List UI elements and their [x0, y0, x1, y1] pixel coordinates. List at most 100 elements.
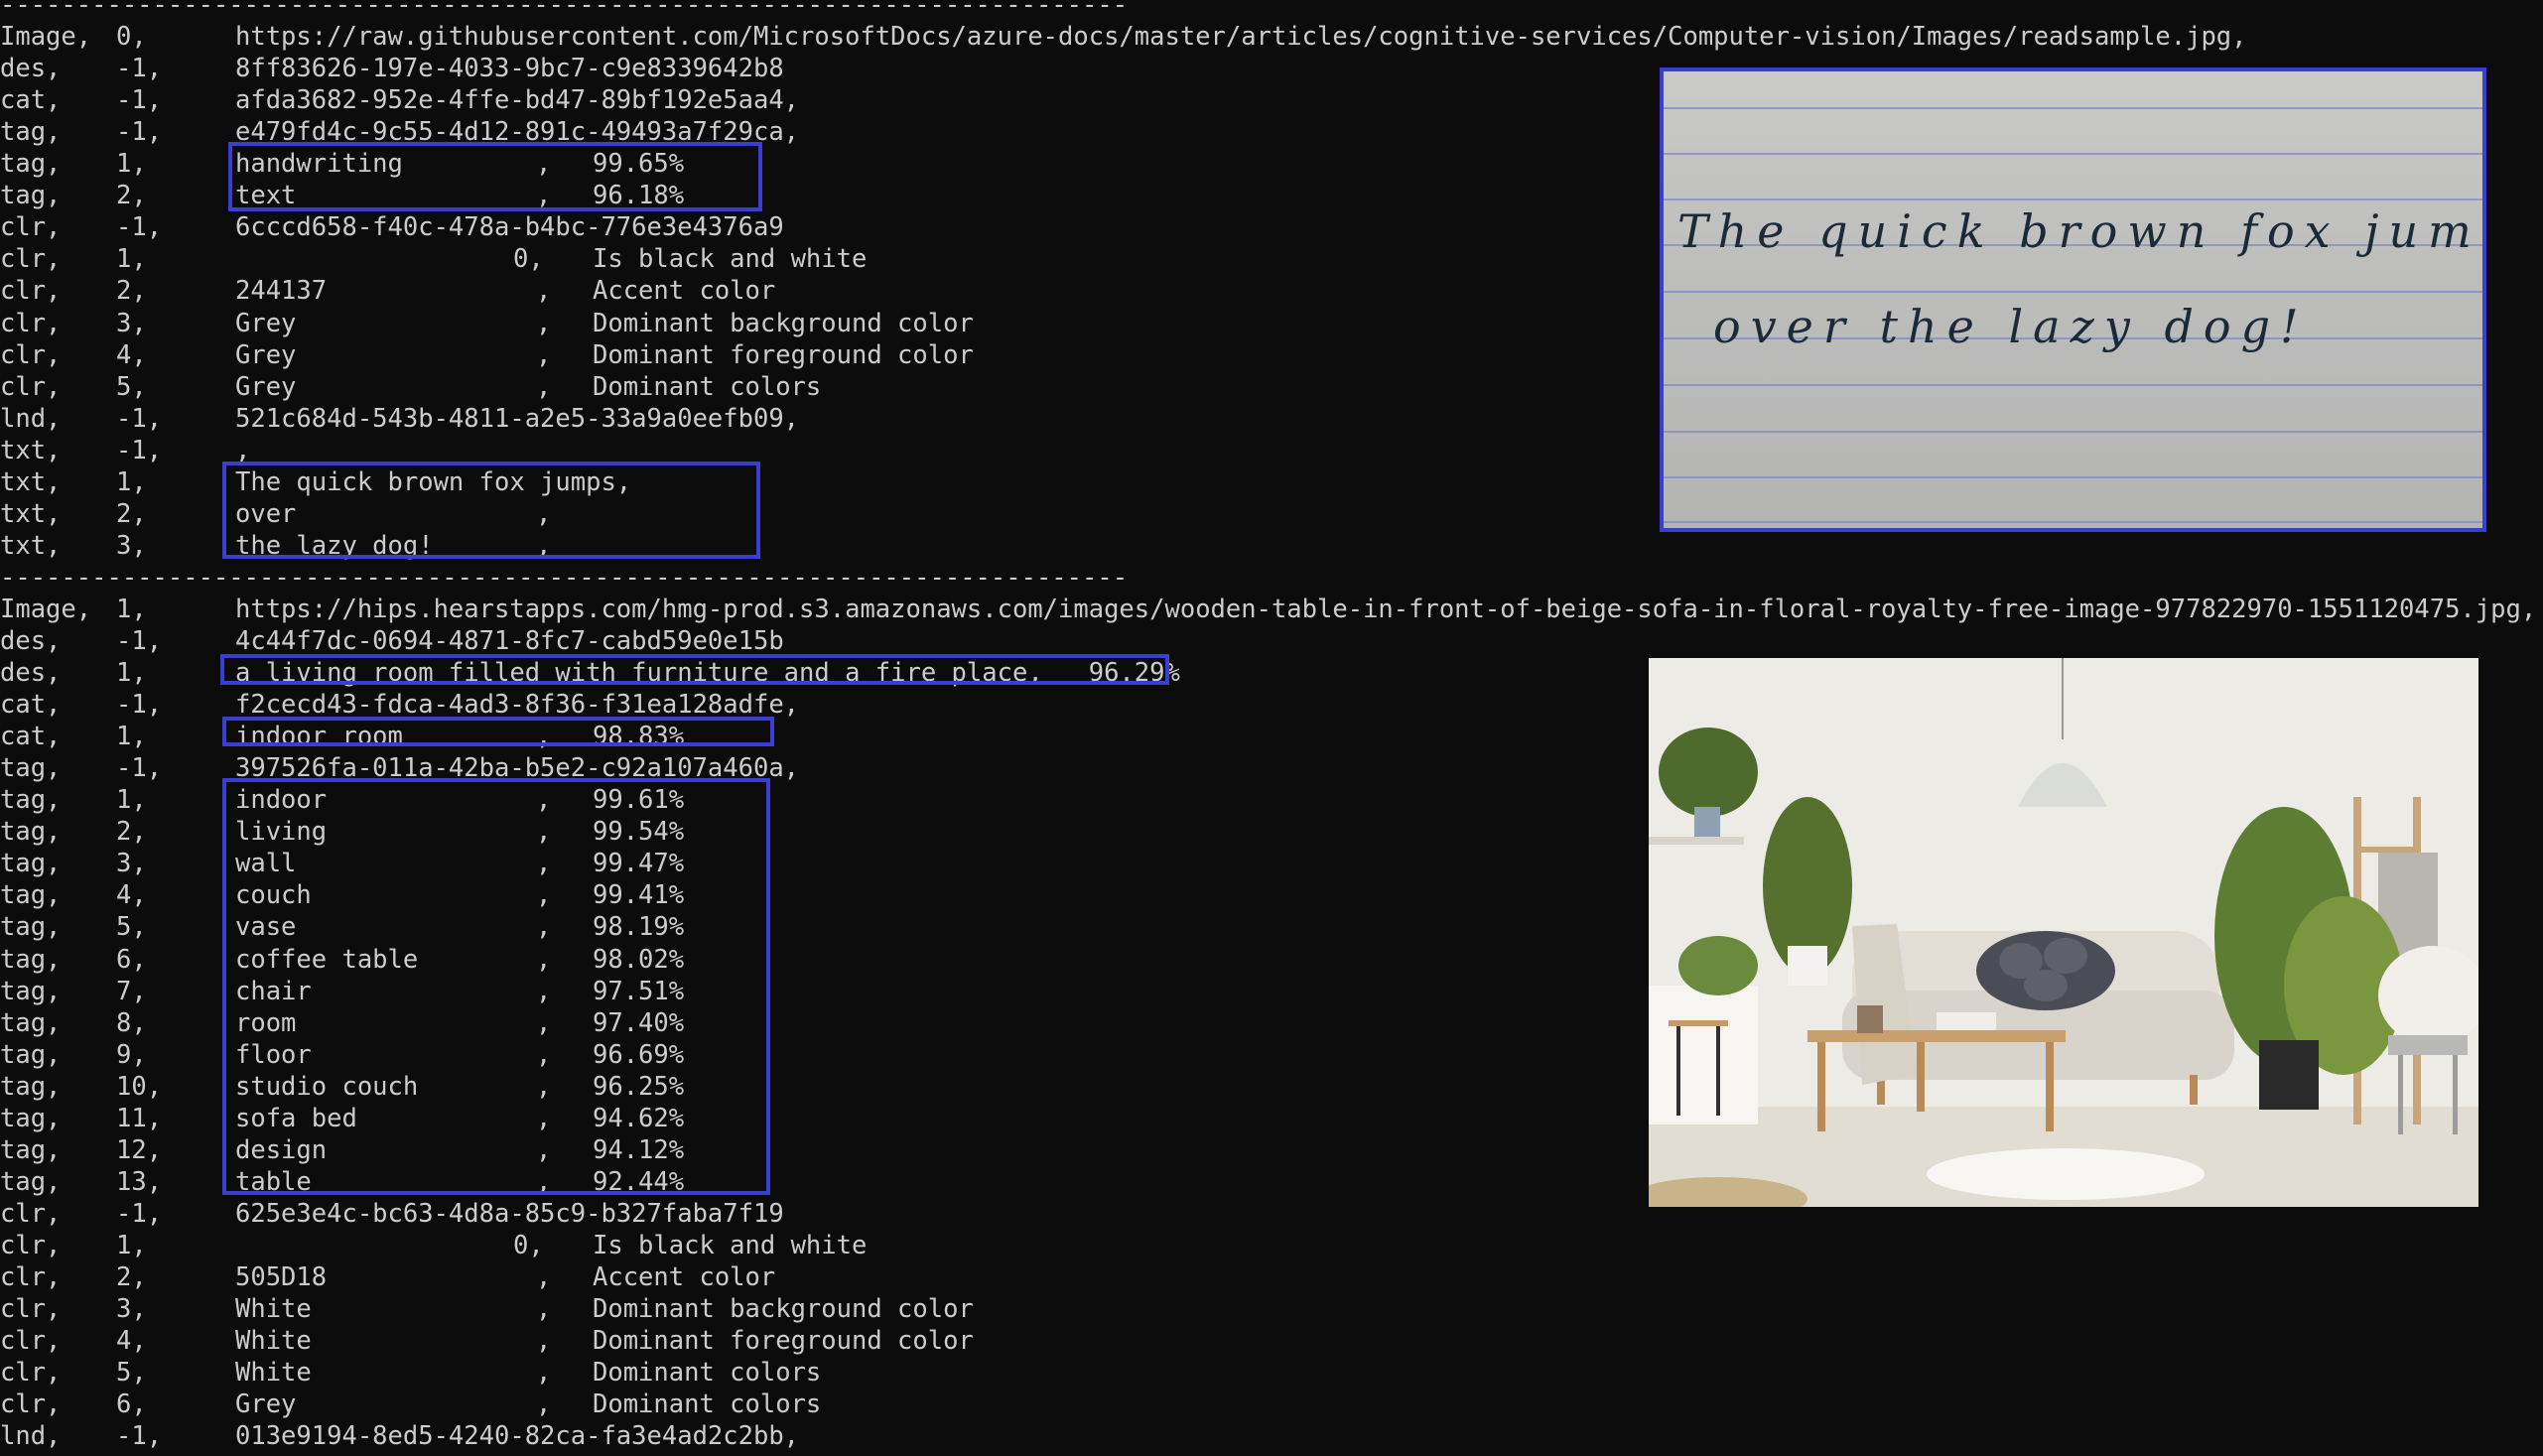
record-index: 1,	[116, 1230, 147, 1260]
record-type: txt,	[0, 530, 62, 561]
record-index: 4,	[116, 880, 147, 911]
record-type: tag,	[0, 785, 62, 816]
record-value: 013e9194-8ed5-4240-82ca-fa3e4ad2c2bb,	[235, 1421, 800, 1452]
record-detail: Dominant colors	[593, 1358, 822, 1389]
highlight-box-description-1	[220, 654, 1169, 685]
record-type: tag,	[0, 1071, 62, 1102]
record-separator: ,	[536, 371, 552, 402]
record-separator: ,	[536, 1358, 552, 1389]
record-type: tag,	[0, 880, 62, 911]
record-value: 8ff83626-197e-4033-9bc7-c9e8339642b8	[235, 54, 784, 84]
record-index: 2,	[116, 817, 147, 848]
record-detail: Accent color	[593, 1262, 776, 1292]
console-window: ----------------------------------------…	[0, 0, 2543, 1456]
record-type: des,	[0, 54, 62, 84]
record-value: White	[235, 1326, 312, 1357]
record-value: 244137	[235, 276, 328, 307]
record-type: clr,	[0, 1294, 62, 1325]
record-value: 505D18	[235, 1262, 328, 1292]
record-value: 6cccd658-f40c-478a-b4bc-776e3e4376a9	[235, 212, 784, 243]
record-type: Image,	[0, 22, 92, 53]
record-type: clr,	[0, 212, 62, 243]
record-type: tag,	[0, 1134, 62, 1165]
record-index: 4,	[116, 1326, 147, 1357]
highlight-box-tags-1	[222, 778, 770, 1195]
record-index: 2,	[116, 276, 147, 307]
record-value: https://raw.githubusercontent.com/Micros…	[235, 22, 2247, 53]
record-index: -1,	[116, 1421, 163, 1452]
record-type: tag,	[0, 944, 62, 975]
record-separator: ,	[536, 276, 552, 307]
record-index: 1,	[116, 722, 147, 752]
record-index: 1,	[116, 785, 147, 816]
record-detail: Dominant foreground color	[593, 1326, 974, 1357]
record-type: clr,	[0, 244, 62, 275]
record-index: 13,	[116, 1166, 163, 1197]
record-index: -1,	[116, 626, 163, 656]
living-room-illustration	[1649, 658, 2478, 1207]
handwriting-sample-image: The quick brown fox jumps over the lazy …	[1660, 67, 2486, 532]
record-type: des,	[0, 626, 62, 656]
record-type: tag,	[0, 849, 62, 879]
record-type: txt,	[0, 435, 62, 465]
record-detail: Accent color	[593, 276, 776, 307]
record-separator: ,	[536, 1390, 552, 1420]
record-separator: ,	[536, 1294, 552, 1325]
record-separator: ,	[536, 1326, 552, 1357]
record-index: 9,	[116, 1039, 147, 1070]
record-index: 1,	[116, 594, 147, 624]
record-detail: Dominant background color	[593, 308, 974, 338]
record-value: Grey	[235, 339, 297, 370]
record-detail: Dominant foreground color	[593, 339, 974, 370]
record-index: -1,	[116, 212, 163, 243]
record-value: 625e3e4c-bc63-4d8a-85c9-b327faba7f19	[235, 1198, 784, 1229]
record-value: White	[235, 1358, 312, 1389]
record-type: clr,	[0, 276, 62, 307]
record-type: clr,	[0, 308, 62, 338]
separator-text: ----------------------------------------…	[0, 562, 1129, 593]
record-value: Grey	[235, 1390, 297, 1420]
record-type: tag,	[0, 753, 62, 784]
highlight-box-category-1	[222, 717, 774, 746]
record-index: -1,	[116, 117, 163, 148]
record-index: 5,	[116, 912, 147, 943]
record-index: 3,	[116, 1294, 147, 1325]
record-value: 521c684d-543b-4811-a2e5-33a9a0eefb09,	[235, 403, 800, 434]
record-index: 6,	[116, 1390, 147, 1420]
record-type: clr,	[0, 1390, 62, 1420]
record-value: https://hips.hearstapps.com/hmg-prod.s3.…	[235, 594, 2537, 624]
highlight-box-text-0	[222, 462, 760, 559]
record-detail: Dominant colors	[593, 1390, 822, 1420]
record-index: 1,	[116, 244, 147, 275]
record-type: cat,	[0, 85, 62, 116]
record-type: tag,	[0, 1166, 62, 1197]
record-value: afda3682-952e-4ffe-bd47-89bf192e5aa4,	[235, 85, 800, 116]
record-type: tag,	[0, 1103, 62, 1133]
record-index: 1,	[116, 149, 147, 180]
record-value: 4c44f7dc-0694-4871-8fc7-cabd59e0e15b	[235, 626, 784, 656]
record-index: 2,	[116, 498, 147, 529]
record-index: 5,	[116, 1358, 147, 1389]
record-type: cat,	[0, 722, 62, 752]
record-separator: ,	[536, 339, 552, 370]
record-value: Grey	[235, 308, 297, 338]
record-type: clr,	[0, 1230, 62, 1260]
record-type: txt,	[0, 498, 62, 529]
record-type: Image,	[0, 594, 92, 624]
record-index: -1,	[116, 403, 163, 434]
record-type: tag,	[0, 117, 62, 148]
record-type: des,	[0, 658, 62, 689]
highlight-box-tags-0	[228, 142, 762, 211]
record-type: lnd,	[0, 1421, 62, 1452]
handwriting-line-2: over the lazy dog!	[1713, 300, 2309, 353]
record-index: -1,	[116, 1198, 163, 1229]
living-room-image	[1649, 658, 2478, 1207]
record-type: clr,	[0, 1358, 62, 1389]
record-type: tag,	[0, 181, 62, 211]
record-index: 12,	[116, 1134, 163, 1165]
record-index: 7,	[116, 976, 147, 1006]
record-value: Grey	[235, 371, 297, 402]
record-type: tag,	[0, 149, 62, 180]
record-index: -1,	[116, 85, 163, 116]
record-separator: 0,	[513, 1230, 544, 1260]
